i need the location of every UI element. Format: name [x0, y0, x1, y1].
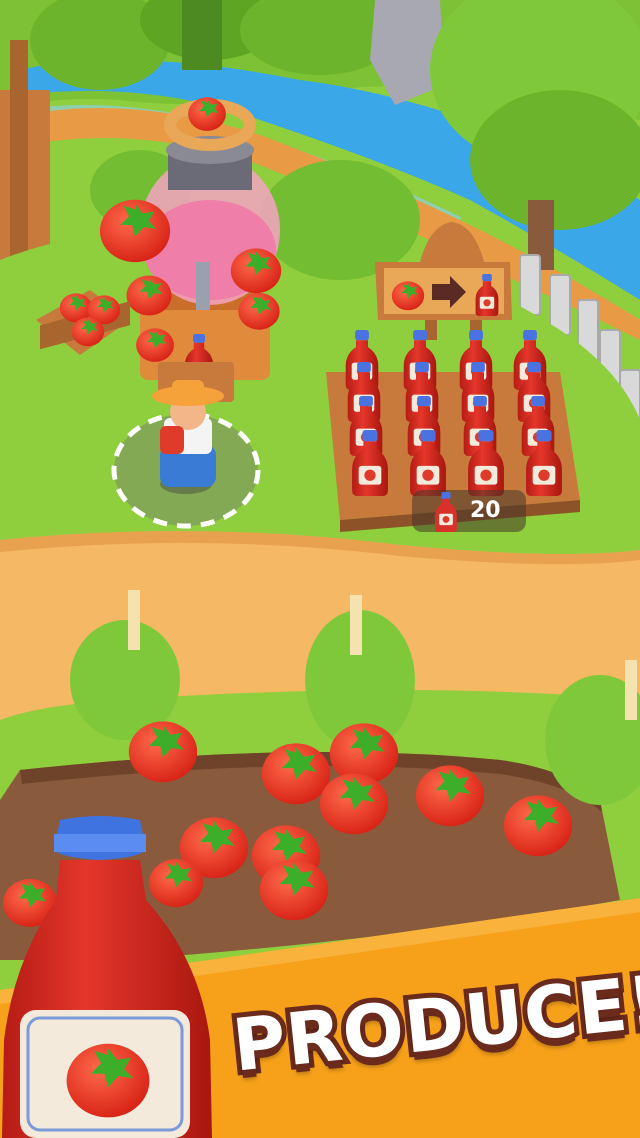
ketchup-bottle-icon [435, 492, 457, 532]
label-tomato-icon [66, 1043, 150, 1118]
sign-tomato-icon [391, 281, 425, 311]
ketchup-count-value: 20 [470, 498, 501, 523]
